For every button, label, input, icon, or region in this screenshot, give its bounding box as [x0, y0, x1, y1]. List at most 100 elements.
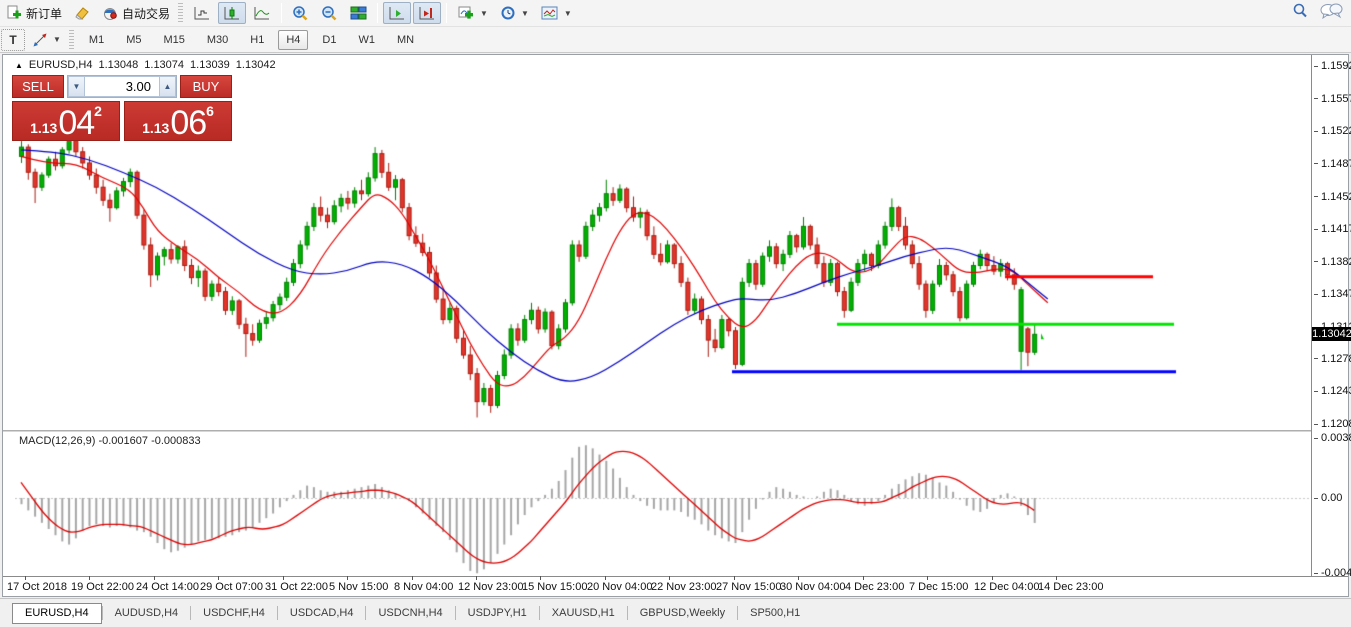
chart-shift-button[interactable] — [413, 2, 441, 24]
line-chart-icon — [253, 5, 271, 21]
price-axis-label: 1.12430 — [1314, 385, 1351, 397]
date-axis-tick — [992, 576, 993, 580]
date-axis-label: 12 Dec 04:00 — [974, 581, 1039, 593]
chart-eraser-button[interactable] — [69, 2, 95, 24]
chart-tab-xauusd[interactable]: XAUUSD,H1 — [540, 603, 627, 624]
timeframe-button-m1[interactable]: M1 — [81, 30, 112, 50]
tile-windows-button[interactable] — [345, 2, 372, 24]
price-axis-divider — [1311, 55, 1312, 576]
date-axis-tick — [154, 576, 155, 580]
date-axis-label: 24 Oct 14:00 — [136, 581, 199, 593]
chat-icon[interactable] — [1319, 2, 1343, 20]
bar-chart-mode-button[interactable] — [188, 2, 216, 24]
collapse-triangle-icon[interactable]: ▲ — [15, 61, 23, 70]
macd-indicator-canvas[interactable] — [15, 433, 1311, 577]
price-axis-label: 1.12780 — [1314, 353, 1351, 365]
auto-scroll-button[interactable] — [383, 2, 411, 24]
chart-tab-usdcnh[interactable]: USDCNH,H4 — [366, 603, 454, 624]
date-axis-tick — [89, 576, 90, 580]
bar-chart-icon — [193, 5, 211, 21]
date-axis-label: 17 Oct 2018 — [7, 581, 67, 593]
date-axis-tick — [540, 576, 541, 580]
dropdown-arrow-icon: ▼ — [564, 9, 572, 18]
timeframe-button-m15[interactable]: M15 — [155, 30, 192, 50]
add-indicator-dropdown[interactable]: ▼ — [452, 2, 493, 24]
auto-scroll-icon — [388, 5, 406, 21]
timeframe-button-h1[interactable]: H1 — [242, 30, 272, 50]
indicator-window-divider[interactable] — [3, 430, 1311, 432]
chart-tab-usdjpy[interactable]: USDJPY,H1 — [456, 603, 539, 624]
timeframe-button-h4[interactable]: H4 — [278, 30, 308, 50]
zoom-in-icon — [292, 5, 309, 21]
timeframe-button-w1[interactable]: W1 — [350, 30, 383, 50]
sell-price-big: 04 — [58, 108, 94, 138]
chart-tab-usdchf[interactable]: USDCHF,H4 — [191, 603, 277, 624]
ohlc-close: 1.13042 — [236, 59, 276, 71]
volume-increase-button[interactable]: ▲ — [159, 76, 176, 97]
period-dropdown[interactable]: ▼ — [495, 2, 534, 24]
macd-axis-label: 0.00 — [1314, 492, 1342, 504]
auto-trading-button[interactable]: 自动交易 — [97, 2, 175, 24]
date-axis-label: 14 Dec 23:00 — [1038, 581, 1103, 593]
chart-shift-icon — [418, 5, 436, 21]
chart-tab-sp500[interactable]: SP500,H1 — [738, 603, 812, 624]
timeframe-button-d1[interactable]: D1 — [314, 30, 344, 50]
chart-tab-usdcad[interactable]: USDCAD,H4 — [278, 603, 366, 624]
auto-trading-label: 自动交易 — [122, 5, 170, 22]
template-dropdown[interactable]: ▼ — [536, 2, 577, 24]
date-axis-tick — [927, 576, 928, 580]
price-axis-label: 1.14520 — [1314, 191, 1351, 203]
macd-axis-label: 0.003847 — [1314, 432, 1351, 444]
candlestick-mode-button[interactable] — [218, 2, 246, 24]
chart-tab-eurusd[interactable]: EURUSD,H4 — [12, 603, 102, 624]
date-axis-tick — [669, 576, 670, 580]
toolbar-separator — [446, 3, 447, 23]
price-axis-label: 1.15570 — [1314, 93, 1351, 105]
new-order-button[interactable]: 新订单 — [1, 2, 67, 24]
date-axis-label: 22 Nov 23:00 — [651, 581, 716, 593]
date-axis-tick — [798, 576, 799, 580]
volume-decrease-button[interactable]: ▼ — [68, 76, 85, 97]
volume-input[interactable]: 3.00 — [85, 76, 159, 97]
timeframe-button-m5[interactable]: M5 — [118, 30, 149, 50]
text-tool-button[interactable]: T — [1, 29, 25, 51]
tile-windows-icon — [350, 5, 367, 21]
search-icon[interactable] — [1291, 2, 1309, 20]
sell-button[interactable]: SELL — [12, 75, 64, 98]
chart-tab-gbpusd[interactable]: GBPUSD,Weekly — [628, 603, 737, 624]
symbol-name: EURUSD,H4 — [29, 59, 93, 71]
date-axis-label: 29 Oct 07:00 — [200, 581, 263, 593]
price-axis-label: 1.13470 — [1314, 288, 1351, 300]
line-chart-mode-button[interactable] — [248, 2, 276, 24]
candlestick-icon — [223, 5, 241, 21]
toolbar-separator — [377, 3, 378, 23]
drawing-tools-dropdown[interactable]: ▼ — [27, 29, 66, 51]
buy-button[interactable]: BUY — [180, 75, 232, 98]
date-axis-label: 20 Nov 04:00 — [587, 581, 652, 593]
sell-price-pip: 2 — [94, 105, 102, 117]
price-axis-label: 1.14170 — [1314, 223, 1351, 235]
sell-price-display[interactable]: 1.13 04 2 — [12, 101, 120, 141]
zoom-out-button[interactable] — [316, 2, 343, 24]
toolbar-separator — [281, 3, 282, 23]
toolbar-grip — [178, 3, 183, 23]
zoom-in-button[interactable] — [287, 2, 314, 24]
ohlc-high: 1.13074 — [144, 59, 184, 71]
date-axis-tick — [734, 576, 735, 580]
add-indicator-icon — [457, 5, 475, 21]
buy-price-display[interactable]: 1.13 06 6 — [124, 101, 232, 141]
date-axis-label: 12 Nov 23:00 — [458, 581, 523, 593]
eraser-icon — [74, 5, 90, 21]
text-tool-label: T — [9, 33, 16, 47]
timeframe-button-m30[interactable]: M30 — [199, 30, 236, 50]
dropdown-arrow-icon: ▼ — [480, 9, 488, 18]
volume-spinner: ▼ 3.00 ▲ — [67, 75, 177, 98]
chart-tab-bar: EURUSD,H4AUDUSD,H4USDCHF,H4USDCAD,H4USDC… — [0, 598, 1351, 627]
chart-tab-audusd[interactable]: AUDUSD,H4 — [103, 603, 191, 624]
date-axis-label: 8 Nov 04:00 — [394, 581, 453, 593]
ohlc-low: 1.13039 — [190, 59, 230, 71]
one-click-trading-panel: SELL ▼ 3.00 ▲ BUY 1.13 04 2 1.13 06 6 — [12, 75, 232, 141]
timeframe-button-mn[interactable]: MN — [389, 30, 422, 50]
date-axis-tick — [218, 576, 219, 580]
buy-price-pip: 6 — [206, 105, 214, 117]
